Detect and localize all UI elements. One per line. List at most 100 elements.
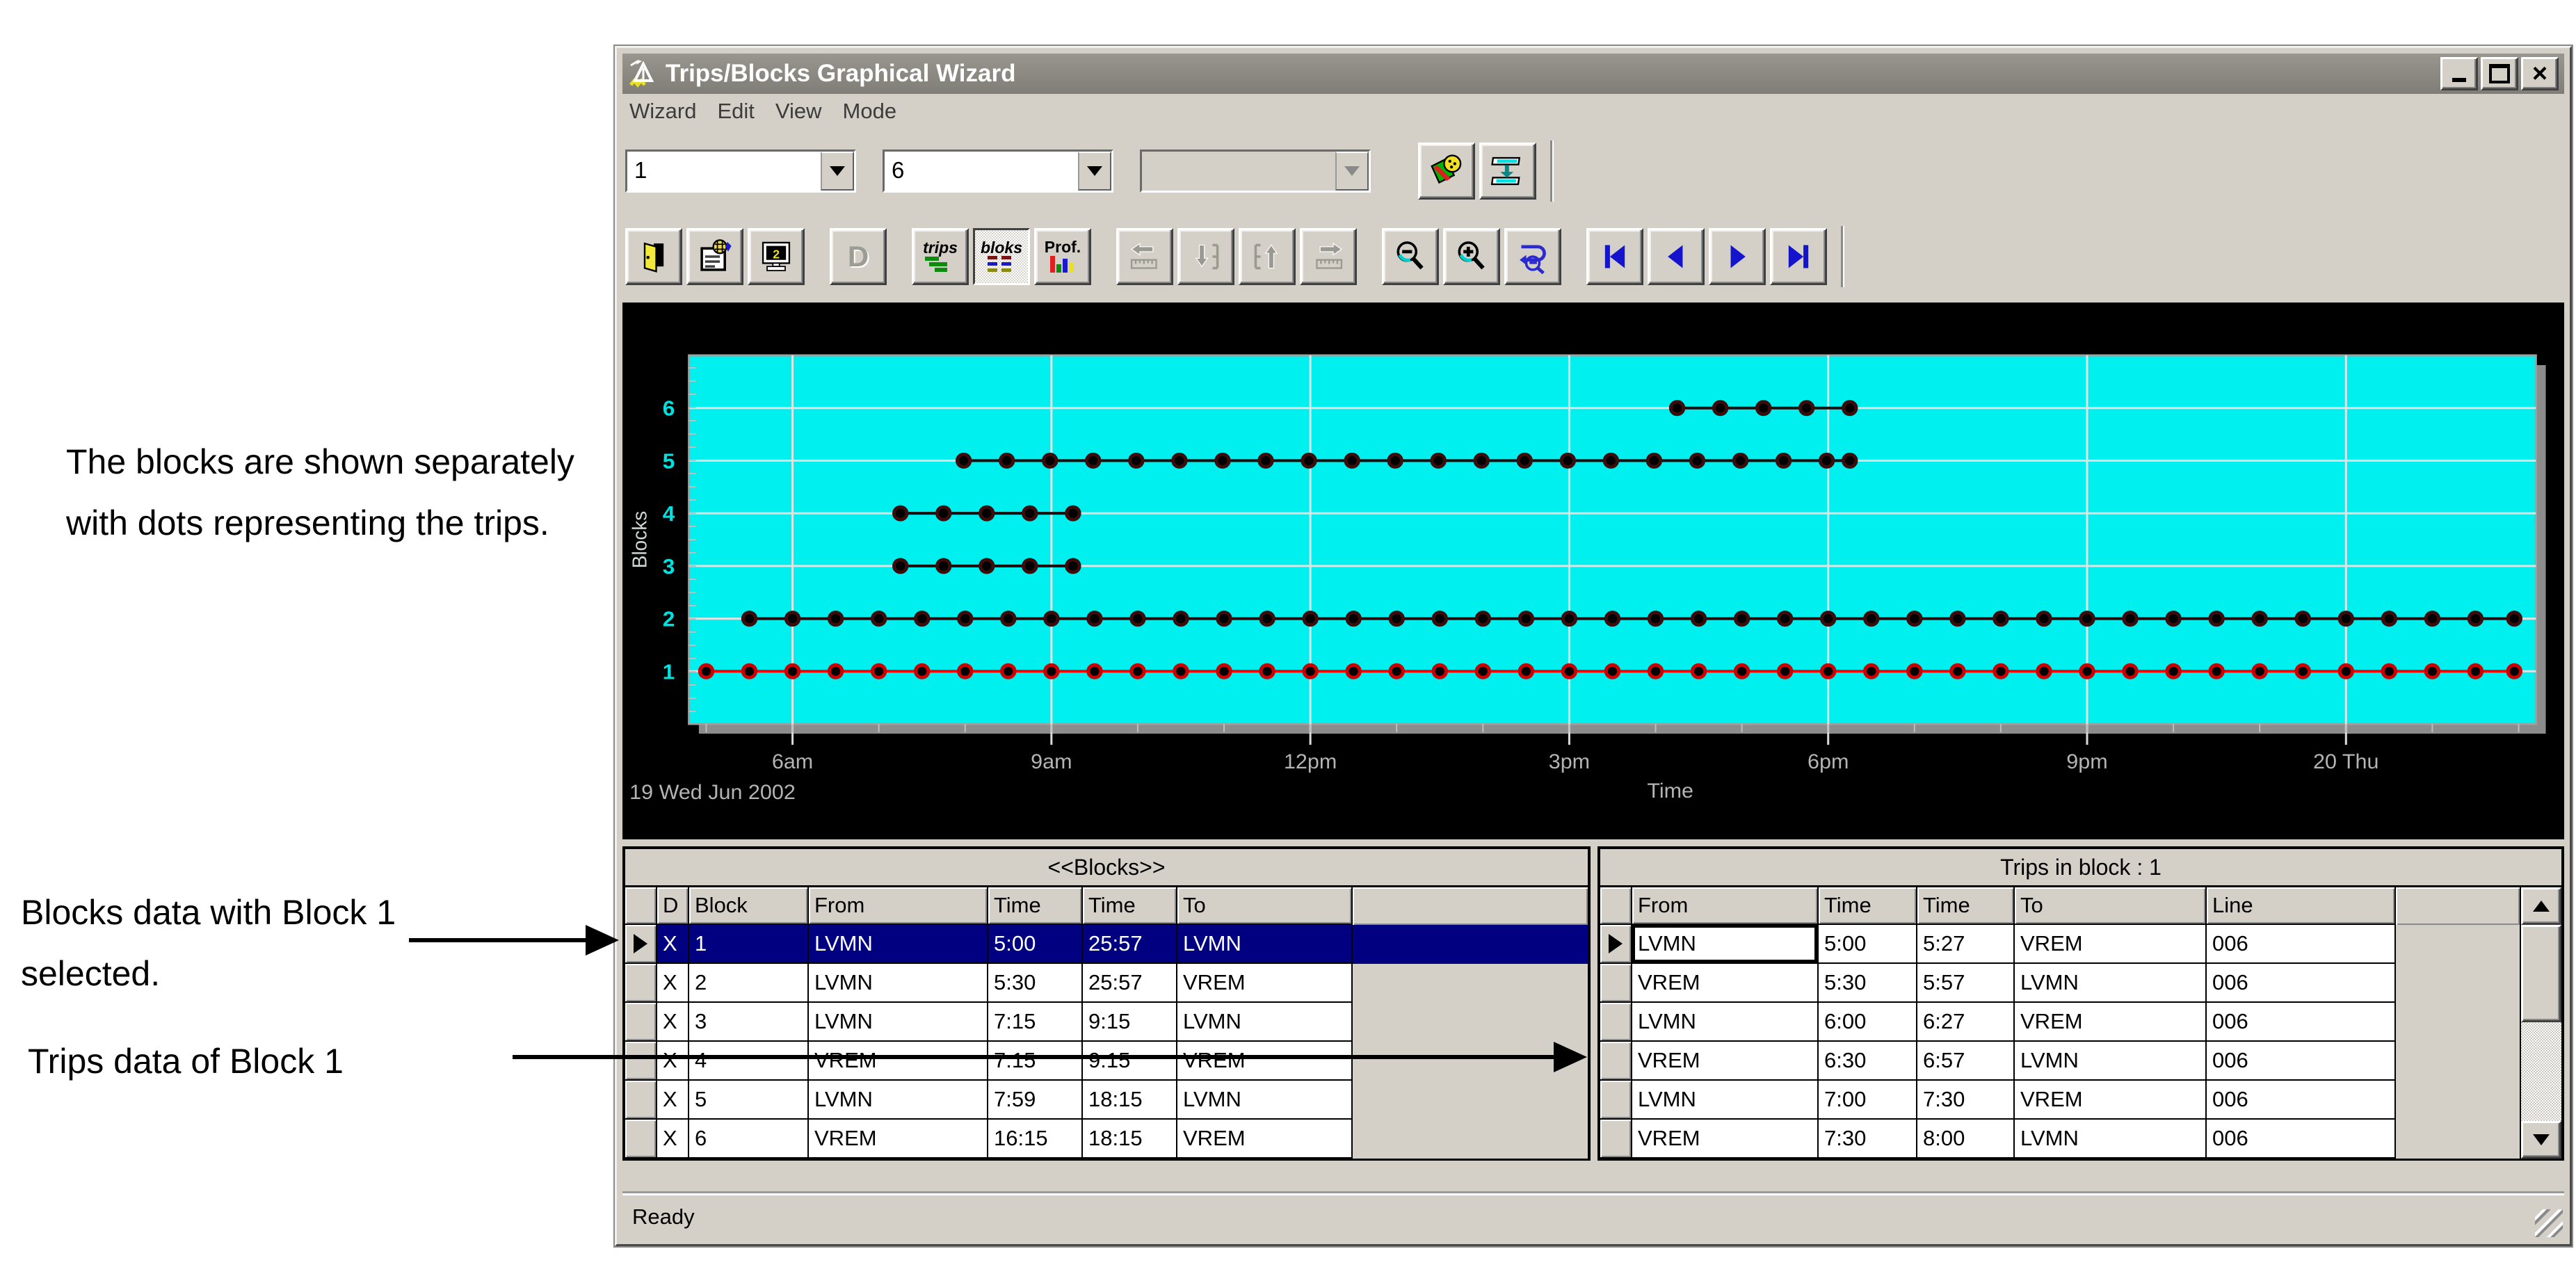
table-cell[interactable]: LVMN <box>809 1081 988 1120</box>
table-row[interactable]: LVMN5:005:27VREM006 <box>1600 925 2520 964</box>
table-cell[interactable]: LVMN <box>2015 964 2207 1003</box>
table-row[interactable]: X1LVMN5:0025:57LVMN <box>625 925 1588 964</box>
table-cell[interactable]: 18:15 <box>1083 1081 1177 1120</box>
row-selector[interactable] <box>625 1042 657 1081</box>
table-cell[interactable]: 6:57 <box>1917 1042 2015 1081</box>
table-cell[interactable]: LVMN <box>1632 925 1819 964</box>
row-selector[interactable] <box>625 1003 657 1042</box>
column-header[interactable]: To <box>1177 887 1353 925</box>
table-cell[interactable]: X <box>657 1003 689 1042</box>
table-row[interactable]: VREM5:305:57LVMN006 <box>1600 964 2520 1003</box>
table-cell[interactable]: VREM <box>1177 1120 1353 1159</box>
column-header[interactable]: From <box>1632 887 1819 925</box>
table-cell[interactable]: 006 <box>2207 1081 2396 1120</box>
table-cell[interactable]: X <box>657 1081 689 1120</box>
exit-wizard-button[interactable] <box>625 228 682 285</box>
table-cell[interactable]: 5:27 <box>1917 925 2015 964</box>
column-header[interactable]: Time <box>1819 887 1917 925</box>
table-cell[interactable]: VREM <box>1177 964 1353 1003</box>
table-cell[interactable]: VREM <box>809 1120 988 1159</box>
block-combo-dropdown[interactable] <box>821 152 854 191</box>
trips-scrollbar[interactable] <box>2520 887 2561 1159</box>
table-cell[interactable]: 25:57 <box>1083 964 1177 1003</box>
table-cell[interactable]: LVMN <box>809 925 988 964</box>
table-cell[interactable]: LVMN <box>1177 1003 1353 1042</box>
table-cell[interactable]: VREM <box>1177 1042 1353 1081</box>
table-cell[interactable]: X <box>657 925 689 964</box>
table-cell[interactable]: 25:57 <box>1083 925 1177 964</box>
table-row[interactable]: LVMN7:007:30VREM006 <box>1600 1081 2520 1120</box>
row-selector[interactable] <box>1600 1120 1632 1159</box>
table-cell[interactable]: 5:30 <box>1819 964 1917 1003</box>
table-cell[interactable]: VREM <box>1632 964 1819 1003</box>
minimize-button[interactable] <box>2440 57 2478 90</box>
table-cell[interactable]: 006 <box>2207 1003 2396 1042</box>
zoom-in-button[interactable] <box>1443 228 1500 285</box>
count-combo-value[interactable]: 6 <box>885 152 1078 191</box>
row-selector[interactable] <box>625 1120 657 1159</box>
zoom-reset-button[interactable] <box>1504 228 1561 285</box>
table-cell[interactable]: 7:30 <box>1917 1081 2015 1120</box>
table-cell[interactable]: X <box>657 964 689 1003</box>
table-cell[interactable]: LVMN <box>809 964 988 1003</box>
table-cell[interactable]: LVMN <box>809 1003 988 1042</box>
row-selector[interactable] <box>625 925 657 964</box>
nav-last-button[interactable] <box>1770 228 1827 285</box>
table-cell[interactable]: 9:15 <box>1083 1003 1177 1042</box>
table-cell[interactable]: 006 <box>2207 1120 2396 1159</box>
table-row[interactable]: VREM6:306:57LVMN006 <box>1600 1042 2520 1081</box>
block-combo[interactable]: 1 <box>625 150 856 193</box>
table-cell[interactable]: 6:30 <box>1819 1042 1917 1081</box>
nav-next-button[interactable] <box>1709 228 1766 285</box>
table-cell[interactable]: X <box>657 1120 689 1159</box>
table-row[interactable]: X6VREM16:1518:15VREM <box>625 1120 1588 1159</box>
table-row[interactable]: VREM7:308:00LVMN006 <box>1600 1120 2520 1159</box>
column-header[interactable]: Block <box>689 887 809 925</box>
block-combo-value[interactable]: 1 <box>627 152 821 191</box>
table-cell[interactable]: 1 <box>689 925 809 964</box>
table-cell[interactable]: VREM <box>809 1042 988 1081</box>
table-cell[interactable]: 006 <box>2207 1042 2396 1081</box>
table-cell[interactable]: VREM <box>2015 1081 2207 1120</box>
table-cell[interactable]: 7:30 <box>1819 1120 1917 1159</box>
scroll-thumb[interactable] <box>2521 925 2561 1022</box>
table-cell[interactable]: 6:00 <box>1819 1003 1917 1042</box>
row-selector[interactable] <box>625 964 657 1003</box>
count-combo-dropdown[interactable] <box>1078 152 1111 191</box>
row-selector[interactable] <box>1600 964 1632 1003</box>
table-cell[interactable]: VREM <box>2015 1003 2207 1042</box>
profile-view-button[interactable]: Prof. <box>1034 228 1091 285</box>
table-cell[interactable]: LVMN <box>2015 1042 2207 1081</box>
table-cell[interactable]: LVMN <box>2015 1120 2207 1159</box>
table-cell[interactable]: 6 <box>689 1120 809 1159</box>
table-cell[interactable]: VREM <box>1632 1120 1819 1159</box>
table-cell[interactable]: 8:00 <box>1917 1120 2015 1159</box>
table-cell[interactable]: 2 <box>689 964 809 1003</box>
resize-grip[interactable] <box>2535 1209 2563 1237</box>
table-cell[interactable]: 7:15 <box>988 1042 1083 1081</box>
table-cell[interactable]: 18:15 <box>1083 1120 1177 1159</box>
table-cell[interactable]: 16:15 <box>988 1120 1083 1159</box>
properties-button[interactable] <box>686 228 743 285</box>
table-cell[interactable]: 5:00 <box>988 925 1083 964</box>
table-row[interactable]: LVMN6:006:27VREM006 <box>1600 1003 2520 1042</box>
menu-wizard[interactable]: Wizard <box>625 99 713 124</box>
table-cell[interactable]: VREM <box>1632 1042 1819 1081</box>
blocks-view-button[interactable]: bloks <box>973 228 1030 285</box>
blocks-chart[interactable]: 6am9am12pm3pm6pm9pm20 Thu123456Blocks19 … <box>622 303 2564 839</box>
close-button[interactable]: × <box>2521 57 2559 90</box>
table-cell[interactable]: 6:27 <box>1917 1003 2015 1042</box>
row-selector[interactable] <box>625 1081 657 1120</box>
table-cell[interactable]: 7:00 <box>1819 1081 1917 1120</box>
row-selector[interactable] <box>1600 1003 1632 1042</box>
table-cell[interactable]: VREM <box>2015 925 2207 964</box>
table-cell[interactable]: 7:59 <box>988 1081 1083 1120</box>
table-cell[interactable]: 7:15 <box>988 1003 1083 1042</box>
randomize-button[interactable] <box>1418 143 1475 200</box>
scroll-down-button[interactable] <box>2521 1121 2561 1159</box>
table-cell[interactable]: 006 <box>2207 964 2396 1003</box>
table-row[interactable]: X4VREM7:159:15VREM <box>625 1042 1588 1081</box>
zoom-out-button[interactable] <box>1382 228 1439 285</box>
count-combo[interactable]: 6 <box>883 150 1113 193</box>
title-bar[interactable]: Trips/Blocks Graphical Wizard × <box>622 54 2564 94</box>
